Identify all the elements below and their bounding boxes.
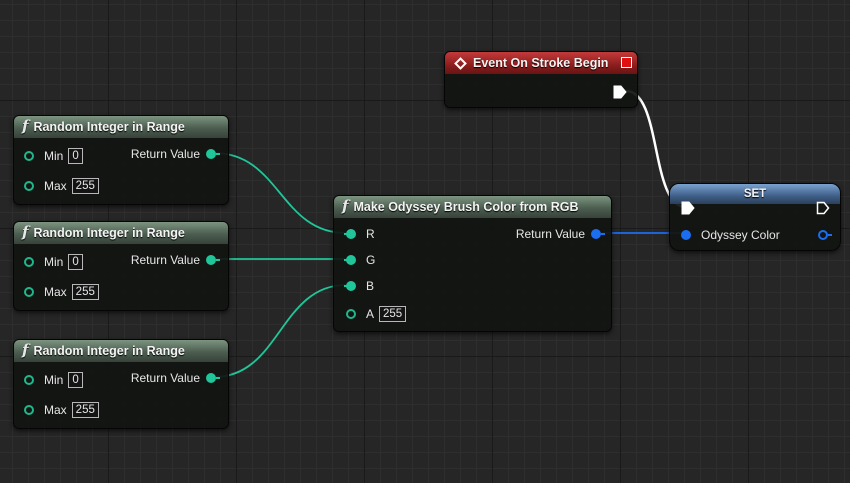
- make-node-header[interactable]: f Make Odyssey Brush Color from RGB: [334, 196, 611, 218]
- return-pin-stub-icon: [216, 259, 220, 261]
- function-icon: f: [22, 117, 29, 135]
- min-input-pin-icon[interactable]: [24, 375, 34, 385]
- min-input-pin-icon[interactable]: [24, 151, 34, 161]
- min-row: Min 0: [24, 148, 83, 164]
- return-value-label: Return Value: [130, 147, 200, 161]
- min-label: Min: [44, 255, 64, 269]
- set-node-header[interactable]: SET: [670, 184, 840, 204]
- min-label: Min: [44, 149, 64, 163]
- odyssey-color-output-pin-icon[interactable]: [818, 230, 828, 240]
- a-input-row: A 255: [344, 306, 407, 322]
- odyssey-color-label: Odyssey Color: [701, 228, 780, 242]
- random-integer-node-1[interactable]: f Random Integer in Range Min 0 Max 255 …: [13, 115, 229, 205]
- odyssey-color-output-stub-icon: [828, 234, 832, 236]
- max-input-pin-icon[interactable]: [24, 405, 34, 415]
- return-row: Return Value: [131, 252, 220, 268]
- event-node-header[interactable]: Event On Stroke Begin: [445, 52, 637, 74]
- max-label: Max: [44, 403, 67, 417]
- max-label: Max: [44, 179, 67, 193]
- event-on-stroke-begin-node[interactable]: Event On Stroke Begin: [444, 51, 638, 108]
- r-label: R: [366, 227, 375, 241]
- exec-output-pin-icon[interactable]: [613, 85, 627, 99]
- b-input-pin-icon[interactable]: [346, 281, 356, 291]
- event-diamond-icon: [454, 56, 467, 70]
- set-odyssey-color-node[interactable]: SET Odyssey Color: [669, 183, 841, 251]
- return-row: Return Value: [131, 370, 220, 386]
- random-node-2-header[interactable]: f Random Integer in Range: [14, 222, 228, 244]
- make-return-pin-stub-icon: [601, 233, 605, 235]
- wire-random1-to-r[interactable]: [213, 152, 347, 234]
- max-row: Max 255: [24, 284, 99, 300]
- max-value-field[interactable]: 255: [71, 402, 99, 418]
- return-value-label: Return Value: [130, 371, 200, 385]
- wire-random3-to-b[interactable]: [213, 284, 347, 378]
- min-row: Min 0: [24, 254, 83, 270]
- min-label: Min: [44, 373, 64, 387]
- random-node-3-header[interactable]: f Random Integer in Range: [14, 340, 228, 362]
- return-pin-stub-icon: [216, 153, 220, 155]
- g-input-row: G: [344, 252, 375, 268]
- random-node-3-title: Random Integer in Range: [33, 344, 185, 358]
- g-input-pin-icon[interactable]: [346, 255, 356, 265]
- odyssey-color-input-row: Odyssey Color: [681, 227, 780, 243]
- return-value-pin-icon[interactable]: [206, 255, 216, 265]
- make-node-title: Make Odyssey Brush Color from RGB: [353, 200, 579, 214]
- max-row: Max 255: [24, 178, 99, 194]
- b-label: B: [366, 279, 375, 293]
- function-icon: f: [22, 223, 29, 241]
- odyssey-color-input-pin-icon[interactable]: [681, 230, 691, 240]
- max-label: Max: [44, 285, 67, 299]
- a-input-pin-icon[interactable]: [346, 309, 356, 319]
- function-icon: f: [342, 197, 349, 215]
- set-node-title: SET: [743, 188, 767, 200]
- exec-input-pin-icon[interactable]: [681, 201, 695, 215]
- b-input-row: B: [344, 278, 374, 294]
- function-icon: f: [22, 341, 29, 359]
- g-label: G: [366, 253, 376, 267]
- max-input-pin-icon[interactable]: [24, 181, 34, 191]
- event-node-title: Event On Stroke Begin: [473, 56, 609, 70]
- return-row: Return Value: [131, 146, 220, 162]
- exec-output-pin-icon[interactable]: [816, 201, 830, 215]
- make-return-value-label: Return Value: [515, 227, 585, 241]
- r-input-row: R: [344, 226, 375, 242]
- return-pin-stub-icon: [216, 377, 220, 379]
- max-row: Max 255: [24, 402, 99, 418]
- random-node-1-header[interactable]: f Random Integer in Range: [14, 116, 228, 138]
- min-value-field[interactable]: 0: [68, 254, 83, 270]
- a-value-field[interactable]: 255: [379, 306, 407, 322]
- min-value-field[interactable]: 0: [68, 148, 83, 164]
- random-node-2-title: Random Integer in Range: [33, 226, 185, 240]
- random-node-1-title: Random Integer in Range: [33, 120, 185, 134]
- max-value-field[interactable]: 255: [71, 284, 99, 300]
- min-value-field[interactable]: 0: [68, 372, 83, 388]
- max-value-field[interactable]: 255: [71, 178, 99, 194]
- make-odyssey-brush-color-node[interactable]: f Make Odyssey Brush Color from RGB R G …: [333, 195, 612, 332]
- event-delegate-pin-icon[interactable]: [621, 57, 632, 68]
- return-value-label: Return Value: [130, 253, 200, 267]
- max-input-pin-icon[interactable]: [24, 287, 34, 297]
- return-value-pin-icon[interactable]: [206, 149, 216, 159]
- r-input-pin-icon[interactable]: [346, 229, 356, 239]
- make-return-row: Return Value: [516, 226, 605, 242]
- min-row: Min 0: [24, 372, 83, 388]
- a-label: A: [366, 307, 375, 321]
- random-integer-node-3[interactable]: f Random Integer in Range Min 0 Max 255 …: [13, 339, 229, 429]
- make-return-value-pin-icon[interactable]: [591, 229, 601, 239]
- min-input-pin-icon[interactable]: [24, 257, 34, 267]
- return-value-pin-icon[interactable]: [206, 373, 216, 383]
- random-integer-node-2[interactable]: f Random Integer in Range Min 0 Max 255 …: [13, 221, 229, 311]
